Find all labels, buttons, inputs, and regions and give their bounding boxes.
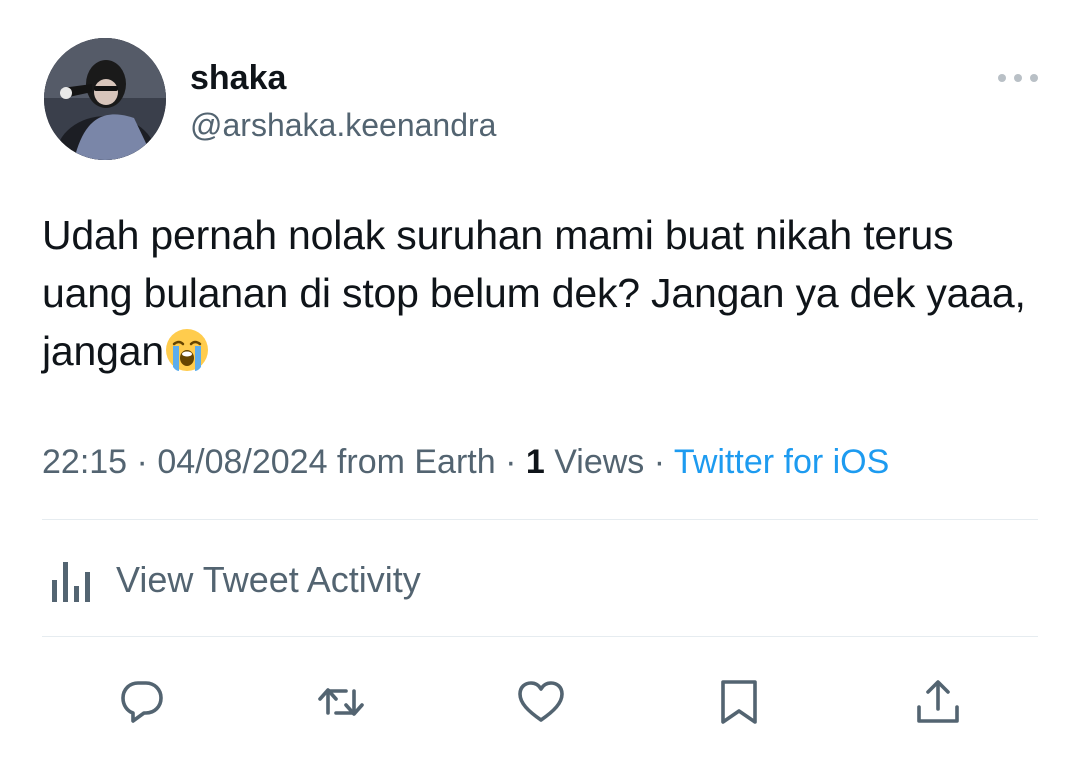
timestamp-time[interactable]: 22:15: [42, 443, 127, 481]
profile-photo-icon: [44, 38, 166, 160]
retweet-button[interactable]: [313, 674, 369, 730]
view-tweet-activity-button[interactable]: View Tweet Activity: [48, 556, 421, 604]
dot: [1014, 74, 1022, 82]
bookmark-icon: [721, 680, 757, 724]
retweet-icon: [318, 688, 364, 716]
bookmark-button[interactable]: [711, 674, 767, 730]
divider: [42, 519, 1038, 520]
analytics-icon: [52, 562, 90, 602]
separator: ·: [127, 443, 158, 481]
timestamp-date[interactable]: 04/08/2024 from Earth: [157, 443, 495, 481]
reply-button[interactable]: [114, 674, 170, 730]
username-handle[interactable]: @arshaka.keenandra: [190, 106, 496, 144]
display-name[interactable]: shaka: [190, 58, 286, 98]
more-options-icon[interactable]: [998, 66, 1038, 90]
share-icon: [917, 680, 959, 723]
reply-icon: [121, 681, 163, 723]
loudly-crying-face-icon: [164, 327, 210, 373]
avatar[interactable]: [44, 38, 166, 160]
like-icon: [518, 681, 564, 722]
separator: ·: [495, 443, 526, 481]
divider: [42, 636, 1038, 637]
dot: [1030, 74, 1038, 82]
like-button[interactable]: [513, 674, 569, 730]
source-link[interactable]: Twitter for iOS: [674, 443, 889, 481]
tweet-metadata: 22:15 · 04/08/2024 from Earth · 1 Views …: [42, 440, 889, 484]
views-count: 1: [525, 443, 545, 481]
share-button[interactable]: [910, 674, 966, 730]
views-label: Views: [544, 443, 645, 481]
tweet-text: Udah pernah nolak suruhan mami buat nika…: [42, 206, 1042, 380]
activity-label: View Tweet Activity: [116, 559, 421, 600]
separator: ·: [644, 443, 674, 481]
tweet-card: shaka @arshaka.keenandra Udah pernah nol…: [0, 0, 1080, 760]
action-bar: [0, 674, 1080, 730]
dot: [998, 74, 1006, 82]
